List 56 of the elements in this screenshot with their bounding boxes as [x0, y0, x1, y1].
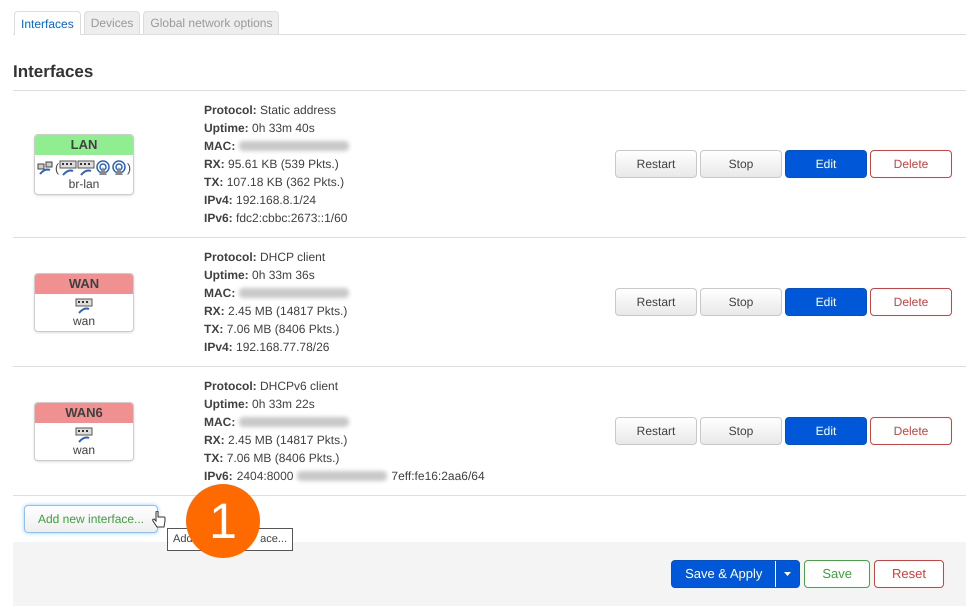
action-button[interactable]: Delete	[870, 417, 952, 445]
ethernet-port-icon	[77, 160, 95, 176]
status-line: IPv6: fdc2:cbbc:2673::1/60	[204, 210, 348, 227]
action-button[interactable]: Restart	[615, 150, 697, 178]
device-name: wan	[72, 314, 95, 328]
status-line: TX: 107.18 KB (362 Pkts.)	[204, 174, 346, 191]
status-label: MAC:	[204, 414, 236, 431]
status-line: Protocol: Static address	[204, 102, 338, 119]
bridge-icon	[37, 160, 53, 174]
action-button[interactable]: Stop	[700, 288, 782, 316]
action-button[interactable]: Edit	[785, 288, 867, 316]
interface-name: WAN	[35, 274, 133, 294]
action-button[interactable]: Stop	[700, 417, 782, 445]
status-line: Uptime: 0h 33m 36s	[204, 267, 316, 284]
status-value: 7eff:fe16:2aa6/64	[391, 468, 485, 485]
action-button[interactable]: Edit	[785, 417, 867, 445]
status-line: RX: 95.61 KB (539 Pkts.)	[204, 156, 340, 173]
status-line: TX: 7.06 MB (8406 Pkts.)	[204, 321, 340, 338]
tab[interactable]: Interfaces	[14, 11, 81, 35]
action-button[interactable]: Delete	[870, 150, 952, 178]
ethernet-port-icon	[75, 426, 93, 442]
pointer-hand-icon	[152, 511, 166, 529]
interface-name: WAN6	[35, 402, 133, 422]
status-label: IPv6:	[204, 468, 233, 485]
status-line: Protocol: DHCP client	[204, 249, 326, 266]
paren: )	[127, 160, 131, 176]
action-button[interactable]: Restart	[615, 417, 697, 445]
status-line: Uptime: 0h 33m 40s	[204, 120, 316, 137]
tooltip-text: ace...	[260, 532, 287, 548]
paren: (	[55, 160, 59, 176]
ethernet-port-icon	[75, 298, 93, 314]
status-line: RX: 2.45 MB (14817 Pkts.)	[204, 303, 348, 320]
status-label: MAC:	[204, 285, 236, 302]
action-button[interactable]: Stop	[700, 150, 782, 178]
interface-name: LAN	[35, 134, 133, 154]
status-line: IPv4: 192.168.8.1/24	[204, 192, 318, 209]
save-apply-split-button[interactable]: Save & Apply	[671, 560, 800, 588]
wireless-icon	[95, 160, 111, 176]
status-label: MAC:	[204, 138, 236, 155]
ethernet-port-icon	[59, 160, 77, 176]
status-line: Protocol: DHCPv6 client	[204, 378, 340, 395]
device-name: br-lan	[68, 176, 100, 192]
wireless-icon	[111, 160, 127, 176]
action-button[interactable]: Restart	[615, 288, 697, 316]
caret-icon[interactable]	[784, 572, 792, 576]
status-value: 2404:8000	[236, 468, 294, 485]
section-heading: Interfaces	[13, 62, 966, 91]
device-name: wan	[72, 442, 95, 458]
action-button[interactable]: Edit	[785, 150, 867, 178]
footer-button[interactable]: Save	[804, 560, 870, 588]
status-line: IPv4: 192.168.77.78/26	[204, 339, 330, 356]
status-line: TX: 7.06 MB (8406 Pkts.)	[204, 450, 340, 467]
action-button[interactable]: Delete	[870, 288, 952, 316]
status-line: RX: 2.45 MB (14817 Pkts.)	[204, 432, 348, 449]
status-line: Uptime: 0h 33m 22s	[204, 396, 316, 413]
footer-button[interactable]: Reset	[874, 560, 944, 588]
